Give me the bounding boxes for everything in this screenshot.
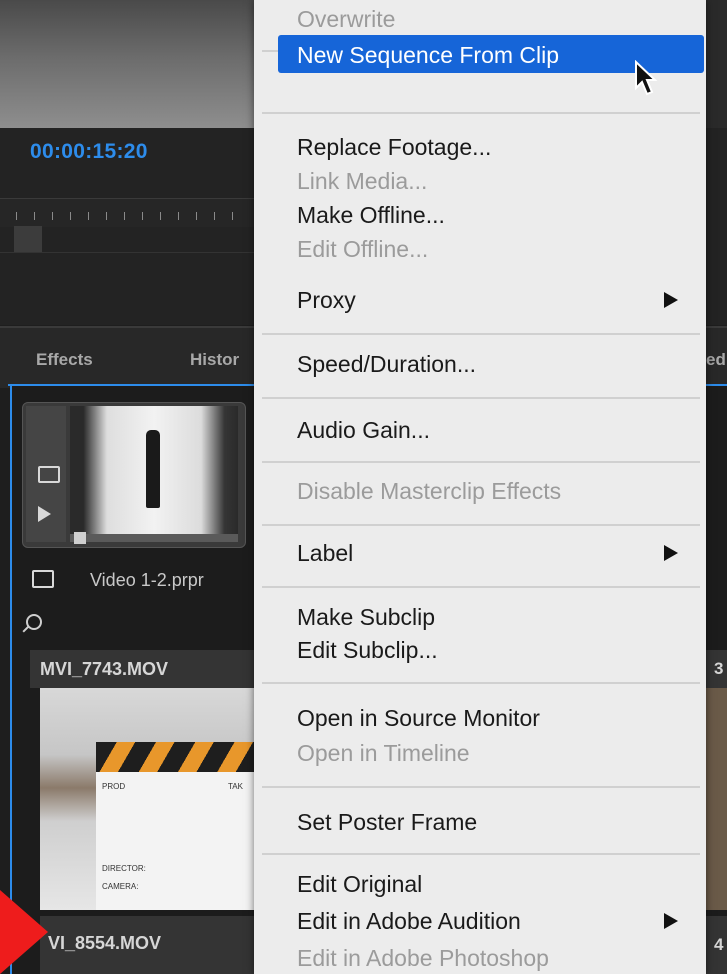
menu-item-new-sequence-from-clip[interactable]: New Sequence From Clip: [297, 42, 559, 69]
right-clip-number: 3: [714, 659, 724, 678]
ruler-tick: [106, 212, 107, 220]
ruler-tick: [124, 212, 125, 220]
menu-separator: [262, 397, 700, 399]
menu-item-replace-footage[interactable]: Replace Footage...: [297, 134, 491, 161]
ruler-tick: [70, 212, 71, 220]
ruler-tick: [160, 212, 161, 220]
menu-item-set-poster-frame[interactable]: Set Poster Frame: [297, 809, 477, 836]
slate-board: PROD TAK DIRECTOR: CAMERA:: [96, 772, 254, 910]
bin-up-icon[interactable]: [32, 570, 54, 588]
mouse-cursor-icon: [635, 60, 658, 96]
timecode-display[interactable]: 00:00:15:20: [30, 140, 148, 164]
slate-director-label: DIRECTOR:: [102, 864, 146, 873]
ruler-tick: [178, 212, 179, 220]
menu-item-proxy[interactable]: Proxy: [297, 287, 356, 314]
play-icon[interactable]: [38, 506, 51, 522]
ruler-tick: [232, 212, 233, 220]
menu-item-edit-offline[interactable]: Edit Offline...: [297, 236, 428, 263]
bin-path-label: Video 1-2.prpr: [90, 570, 204, 590]
menu-item-label[interactable]: Label: [297, 540, 353, 567]
playhead-handle[interactable]: [14, 226, 42, 254]
tab-effects[interactable]: Effects: [36, 350, 93, 370]
menu-item-speed-duration[interactable]: Speed/Duration...: [297, 351, 476, 378]
menu-item-disable-masterclip-effects[interactable]: Disable Masterclip Effects: [297, 478, 561, 505]
menu-separator: [262, 586, 700, 588]
menu-separator: [262, 112, 700, 114]
tab-media[interactable]: edi: [706, 350, 727, 370]
monitor-controls-area: [0, 252, 254, 325]
submenu-arrow-icon: [664, 545, 678, 561]
ruler-tick: [88, 212, 89, 220]
menu-separator: [262, 682, 700, 684]
ruler-tick: [214, 212, 215, 220]
right-clip-thumbnail[interactable]: [706, 688, 727, 910]
clip-name: MVI_7743.MOV: [40, 659, 169, 679]
slate-camera-label: CAMERA:: [102, 882, 139, 891]
menu-item-open-in-source-monitor[interactable]: Open in Source Monitor: [297, 705, 540, 732]
slate-take-label: TAK: [228, 782, 243, 791]
preview-subject: [146, 430, 160, 508]
preview-scrubber[interactable]: [70, 534, 238, 542]
preview-scrubber-handle[interactable]: [74, 532, 86, 544]
menu-item-edit-original[interactable]: Edit Original: [297, 871, 422, 898]
menu-item-open-in-timeline[interactable]: Open in Timeline: [297, 740, 470, 767]
menu-separator: [262, 853, 700, 855]
tab-history[interactable]: Histor: [190, 350, 239, 370]
menu-item-edit-subclip[interactable]: Edit Subclip...: [297, 637, 438, 664]
menu-item-edit-in-adobe-audition[interactable]: Edit in Adobe Audition: [297, 908, 521, 935]
monitor-video-frame: [0, 0, 254, 128]
ruler-tick: [142, 212, 143, 220]
ruler-tick: [196, 212, 197, 220]
monitor-video-frame-right: [706, 0, 727, 128]
menu-item-edit-in-adobe-photoshop[interactable]: Edit in Adobe Photoshop: [297, 945, 549, 972]
menu-item-audio-gain[interactable]: Audio Gain...: [297, 417, 430, 444]
menu-item-overwrite[interactable]: Overwrite: [297, 6, 395, 33]
ruler-tick: [34, 212, 35, 220]
right-clip-number: 4: [714, 935, 724, 954]
search-icon[interactable]: [26, 614, 42, 630]
menu-separator: [262, 461, 700, 463]
menu-item-make-subclip[interactable]: Make Subclip: [297, 604, 435, 631]
camera-icon[interactable]: [38, 466, 60, 483]
ruler-tick: [52, 212, 53, 220]
menu-separator: [262, 524, 700, 526]
time-ruler[interactable]: [0, 198, 254, 227]
menu-item-link-media[interactable]: Link Media...: [297, 168, 427, 195]
menu-item-make-offline[interactable]: Make Offline...: [297, 202, 445, 229]
menu-separator: [262, 786, 700, 788]
submenu-arrow-icon: [664, 913, 678, 929]
menu-separator: [262, 333, 700, 335]
slate-prod-label: PROD: [102, 782, 126, 791]
clip-name: VI_8554.MOV: [48, 933, 162, 953]
slate-clapper: [96, 742, 254, 772]
submenu-arrow-icon: [664, 292, 678, 308]
annotation-arrow: [0, 890, 48, 974]
ruler-tick: [16, 212, 17, 220]
